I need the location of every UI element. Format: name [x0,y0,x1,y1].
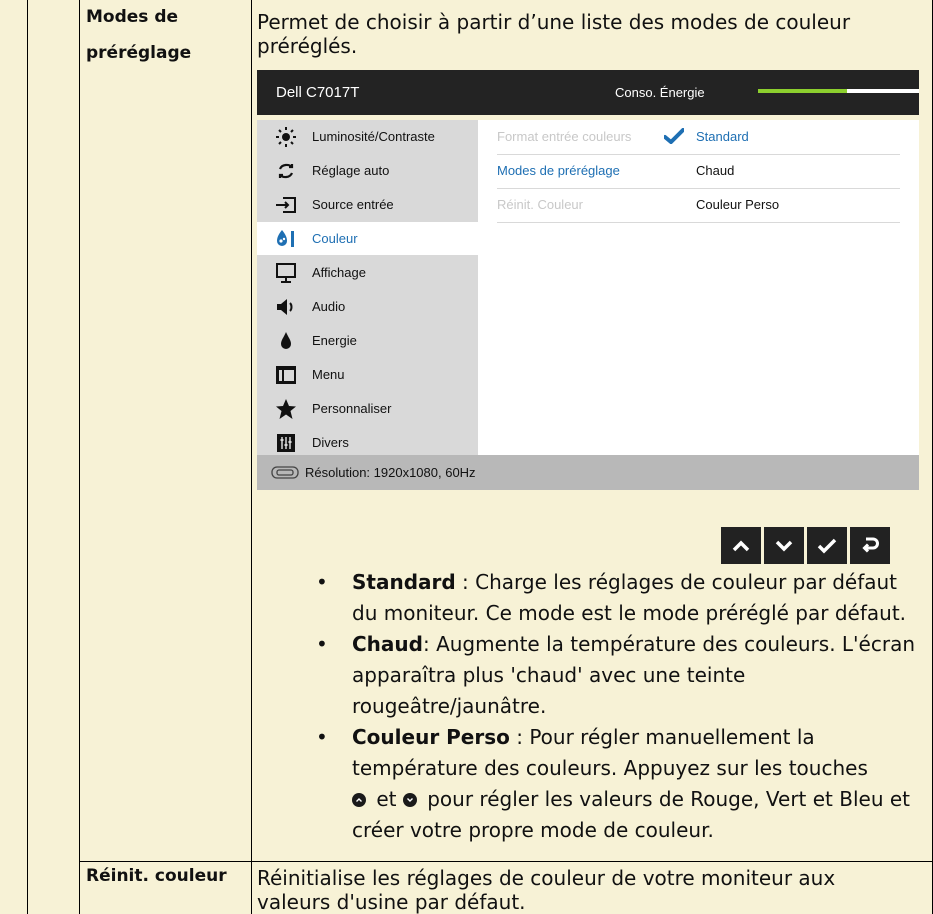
menu-item-input-source[interactable]: Source entrée [257,188,478,221]
submenu-row-input-color-format[interactable]: Format entrée couleurs Standard [497,120,900,155]
table-border [251,0,252,914]
menu-item-display[interactable]: Affichage [257,256,478,289]
row-label-reset-color: Réinit. couleur [86,866,227,886]
submenu-key: Réinit. Couleur [497,197,583,212]
back-icon [862,537,879,553]
term-description: et [370,787,403,811]
submenu-row-reset-color[interactable]: Réinit. Couleur Couleur Perso [497,188,900,223]
submenu-value-standard[interactable]: Standard [696,120,749,153]
table-border [79,0,80,914]
display-icon [274,261,298,285]
display-port-icon [271,466,299,484]
energy-label: Conso. Énergie [615,85,705,100]
row-description: Réinitialise les réglages de couleur de … [257,866,835,914]
desc-line: préréglés. [257,34,358,58]
submenu-value-custom-color[interactable]: Couleur Perso [696,188,779,221]
up-icon [732,540,750,551]
audio-icon [274,295,298,319]
menu-item-energy[interactable]: Energie [257,324,478,357]
term-description: pour régler les valeurs de Rouge, Vert e… [352,787,911,842]
row-label-presets: Modes de préréglage [86,2,191,68]
preset-modes-list: Standard : Charge les réglages de couleu… [316,567,926,846]
menu-item-color[interactable]: Couleur [257,222,478,255]
up-button[interactable] [721,527,761,564]
down-key-icon [402,793,417,807]
menu-item-menu[interactable]: Menu [257,358,478,391]
menu-item-brightness-contrast[interactable]: Luminosité/Contraste [257,120,478,153]
menu-item-label: Personnaliser [312,401,392,416]
input-source-icon [274,193,298,217]
submenu-key: Format entrée couleurs [497,129,632,144]
submenu-row-preset-modes[interactable]: Modes de préréglage Chaud [497,154,900,189]
row-description: Permet de choisir à partir d’une liste d… [257,10,850,58]
menu-item-label: Menu [312,367,345,382]
model-name: Dell C7017T [276,84,360,101]
label-line: Modes de [86,7,179,27]
table-border [27,0,28,914]
down-button[interactable] [764,527,804,564]
brightness-icon [274,125,298,149]
menu-item-label: Energie [312,333,357,348]
menu-icon [274,363,298,387]
term: Chaud [352,632,423,656]
menu-item-label: Couleur [312,231,358,246]
menu-item-label: Audio [312,299,346,314]
menu-item-personalize[interactable]: Personnaliser [257,392,478,425]
auto-adjust-icon [274,159,298,183]
confirm-button[interactable] [807,527,847,564]
osd-screen: Dell C7017T Conso. Énergie Luminosité/Co… [257,70,919,490]
menu-item-label: Réglage auto [312,163,390,178]
down-icon [775,540,793,551]
menu-item-label: Source entrée [312,197,394,212]
energy-meter [758,89,919,93]
list-item-warm: Chaud: Augmente la température des coule… [316,629,926,722]
term-description: : Augmente la température des couleurs. … [352,632,915,718]
menu-item-audio[interactable]: Audio [257,290,478,323]
energy-meter-fill [758,89,847,93]
osd-header: Dell C7017T Conso. Énergie [257,70,919,115]
submenu-key: Modes de préréglage [497,163,620,178]
term: Standard [352,570,456,594]
osd-submenu: Format entrée couleurs Standard Modes de… [478,120,919,463]
check-icon [663,128,685,149]
osd-footer: Résolution: 1920x1080, 60Hz [257,455,919,490]
desc-line: Permet de choisir à partir d’une liste d… [257,10,851,34]
label-line: préréglage [86,43,192,63]
list-item-custom-color: Couleur Perso : Pour régler manuellement… [316,722,926,846]
list-item-standard: Standard : Charge les réglages de couleu… [316,567,926,629]
desc-line: valeurs d'usine par défaut. [257,890,526,914]
check-icon [817,538,837,553]
others-icon [274,431,298,455]
energy-icon [274,329,298,353]
desc-line: Réinitialise les réglages de couleur de … [257,866,836,890]
menu-item-label: Affichage [312,265,366,280]
menu-item-auto-adjust[interactable]: Réglage auto [257,154,478,187]
submenu-value-warm[interactable]: Chaud [696,154,734,187]
back-button[interactable] [850,527,890,564]
menu-item-label: Luminosité/Contraste [312,129,435,144]
star-icon [274,397,298,421]
term: Couleur Perso [352,725,510,749]
resolution-info: Résolution: 1920x1080, 60Hz [305,465,476,480]
color-icon [274,227,298,251]
osd-main-menu: Luminosité/Contraste Réglage auto Source… [257,120,478,463]
up-key-icon [352,793,366,807]
